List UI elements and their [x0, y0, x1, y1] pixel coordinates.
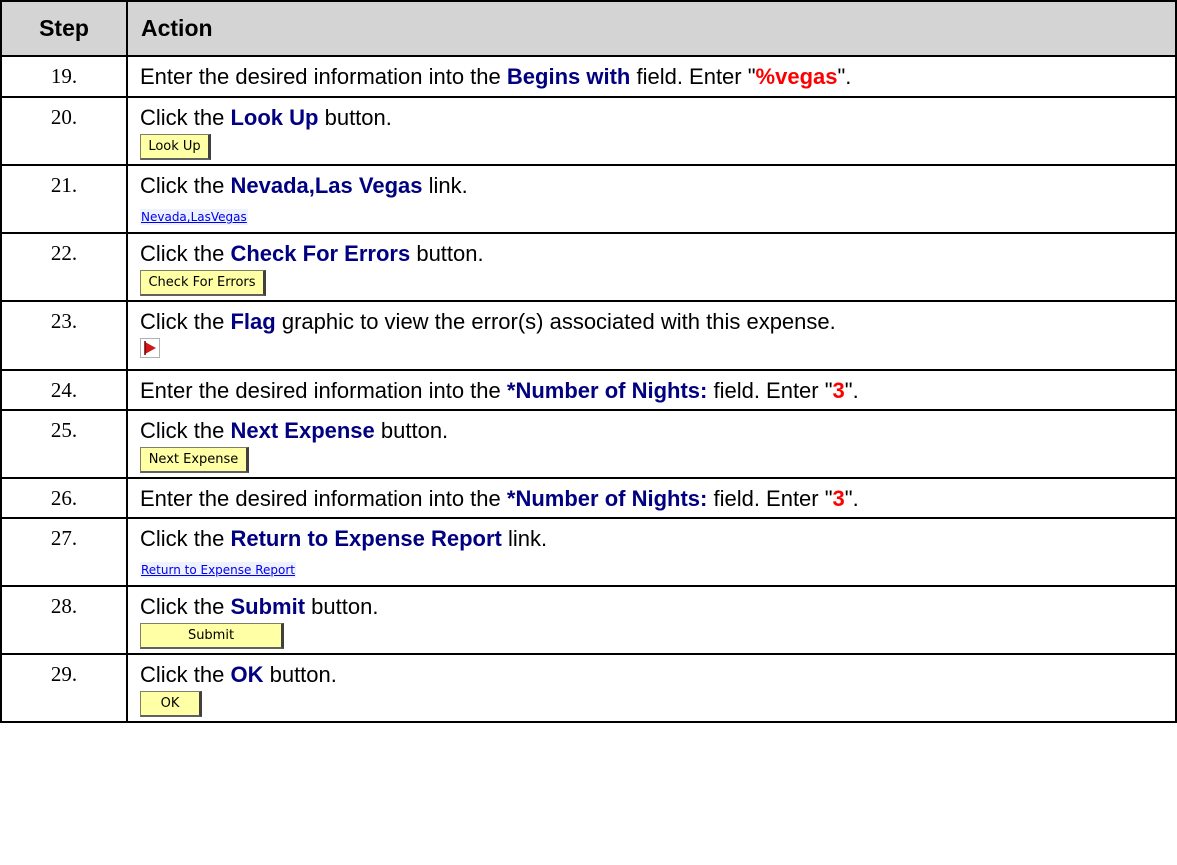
instruction-text: link. [501, 526, 548, 551]
keyword: *Number of Nights: [506, 486, 708, 511]
step-number: 23. [0, 300, 128, 371]
instruction-text: button. [318, 105, 392, 130]
table-row: 28. Click the Submit button. Submit [0, 585, 1177, 655]
keyword: Nevada,Las Vegas [230, 173, 423, 198]
instruction-text: field. Enter " [707, 378, 833, 403]
ok-button[interactable]: OK [140, 691, 202, 717]
entry-value: 3 [832, 486, 845, 511]
instruction-text: link. [422, 173, 468, 198]
next-expense-button[interactable]: Next Expense [140, 447, 249, 473]
step-number: 27. [0, 517, 128, 587]
step-number: 21. [0, 164, 128, 234]
step-instruction: Enter the desired information into the *… [126, 369, 1177, 411]
instruction-text: button. [410, 241, 484, 266]
instruction-text: Enter the desired information into the [140, 378, 507, 403]
keyword: *Number of Nights: [506, 378, 708, 403]
step-instruction: Click the Look Up button. Look Up [126, 96, 1177, 166]
keyword: OK [230, 662, 264, 687]
instruction-text: Click the [140, 309, 231, 334]
step-number: 22. [0, 232, 128, 302]
table-row: 20. Click the Look Up button. Look Up [0, 96, 1177, 166]
keyword: Look Up [230, 105, 319, 130]
instruction-text: Click the [140, 105, 231, 130]
table-row: 25. Click the Next Expense button. Next E… [0, 409, 1177, 479]
step-number: 19. [0, 55, 128, 98]
instruction-text: Click the [140, 594, 231, 619]
instruction-text: Click the [140, 418, 231, 443]
return-to-expense-report-link[interactable]: Return to Expense Report [140, 562, 297, 578]
step-number: 26. [0, 477, 128, 519]
step-instruction: Click the Return to Expense Report link.… [126, 517, 1177, 587]
entry-value: %vegas [755, 64, 838, 89]
instruction-text: Click the [140, 526, 231, 551]
entry-value: 3 [832, 378, 845, 403]
instruction-text: button. [305, 594, 379, 619]
table-row: 26. Enter the desired information into t… [0, 477, 1177, 519]
step-column-header: Step [0, 0, 128, 57]
instruction-text: Click the [140, 241, 231, 266]
instruction-text: ". [844, 378, 859, 403]
step-number: 29. [0, 653, 128, 723]
look-up-button[interactable]: Look Up [140, 134, 211, 160]
instruction-text: field. Enter " [630, 64, 756, 89]
step-number: 20. [0, 96, 128, 166]
instruction-text: button. [374, 418, 449, 443]
table-row: 19. Enter the desired information into t… [0, 55, 1177, 98]
submit-button[interactable]: Submit [140, 623, 284, 649]
keyword: Submit [230, 594, 306, 619]
instruction-text: graphic to view the error(s) associated … [275, 309, 836, 334]
action-column-header: Action [126, 0, 1177, 57]
keyword: Flag [230, 309, 276, 334]
instruction-text: ". [844, 486, 859, 511]
step-instruction: Click the Nevada,Las Vegas link. Nevada,L… [126, 164, 1177, 234]
instruction-text: Enter the desired information into the [140, 64, 507, 89]
step-instruction: Click the Submit button. Submit [126, 585, 1177, 655]
instruction-text: Enter the desired information into the [140, 486, 507, 511]
instruction-text: Click the [140, 662, 231, 687]
instruction-text: Click the [140, 173, 231, 198]
instruction-text: ". [837, 64, 852, 89]
table-row: 23. Click the Flag graphic to view the e… [0, 300, 1177, 371]
instruction-text: button. [263, 662, 337, 687]
table-row: 22. Click the Check For Errors button. Ch… [0, 232, 1177, 302]
step-number: 25. [0, 409, 128, 479]
table-row: 27. Click the Return to Expense Report l… [0, 517, 1177, 587]
keyword: Check For Errors [230, 241, 411, 266]
step-instruction: Click the Flag graphic to view the error… [126, 300, 1177, 371]
instruction-text: field. Enter " [707, 486, 833, 511]
check-for-errors-button[interactable]: Check For Errors [140, 270, 266, 296]
step-instruction: Click the Next Expense button. Next Expen… [126, 409, 1177, 479]
keyword: Next Expense [230, 418, 375, 443]
table-row: 29. Click the OK button. OK [0, 653, 1177, 723]
step-instruction: Click the OK button. OK [126, 653, 1177, 723]
step-instruction: Enter the desired information into the *… [126, 477, 1177, 519]
step-number: 28. [0, 585, 128, 655]
step-instruction: Click the Check For Errors button. Check … [126, 232, 1177, 302]
red-flag-icon[interactable] [140, 338, 160, 358]
table-row: 24. Enter the desired information into t… [0, 369, 1177, 411]
header-row: Step Action [0, 0, 1177, 57]
step-number: 24. [0, 369, 128, 411]
step-instruction: Enter the desired information into the B… [126, 55, 1177, 98]
keyword: Begins with [506, 64, 631, 89]
nevada-las-vegas-link[interactable]: Nevada,LasVegas [140, 209, 248, 225]
steps-table: Step Action 19. Enter the desired inform… [0, 0, 1177, 723]
keyword: Return to Expense Report [230, 526, 502, 551]
table-row: 21. Click the Nevada,Las Vegas link. Neva… [0, 164, 1177, 234]
